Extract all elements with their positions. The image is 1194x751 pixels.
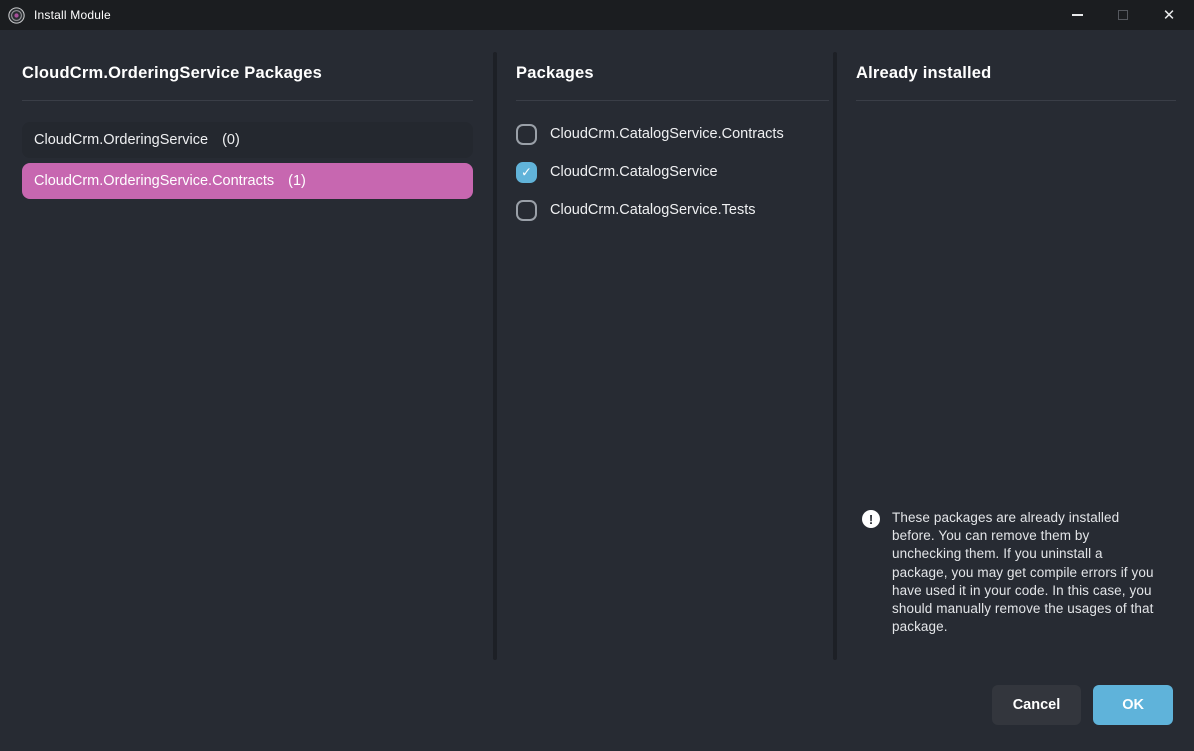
modules-column-header: CloudCrm.OrderingService Packages: [22, 64, 473, 90]
package-row-catalogservice-tests[interactable]: ✓ CloudCrm.CatalogService.Tests: [516, 198, 829, 222]
exclamation-icon: !: [862, 510, 880, 528]
package-row-catalogservice[interactable]: ✓ CloudCrm.CatalogService: [516, 160, 829, 184]
app-logo-icon: [8, 7, 25, 24]
checkbox-icon[interactable]: ✓: [516, 162, 537, 183]
header-divider: [516, 100, 829, 101]
titlebar: Install Module ✕: [0, 0, 1194, 30]
minimize-icon[interactable]: [1054, 0, 1100, 30]
module-item-count: (0): [222, 132, 240, 148]
already-installed-header: Already installed: [856, 64, 1176, 90]
header-divider: [856, 100, 1176, 101]
column-divider: [833, 52, 837, 660]
footer-actions: Cancel OK: [992, 685, 1173, 725]
packages-column-header: Packages: [516, 64, 829, 90]
window-title: Install Module: [34, 8, 111, 22]
module-item-orderingservice-contracts[interactable]: CloudCrm.OrderingService.Contracts (1): [22, 163, 473, 199]
module-item-orderingservice[interactable]: CloudCrm.OrderingService (0): [22, 122, 473, 158]
package-row-catalogservice-contracts[interactable]: ✓ CloudCrm.CatalogService.Contracts: [516, 122, 829, 146]
install-module-window: { "window": { "title": "Install Module",…: [0, 0, 1194, 751]
close-icon[interactable]: ✕: [1146, 0, 1192, 30]
installed-note: ! These packages are already installed b…: [856, 509, 1161, 636]
module-item-count: (1): [288, 173, 306, 189]
cancel-button[interactable]: Cancel: [992, 685, 1082, 725]
packages-column: Packages ✓ CloudCrm.CatalogService.Contr…: [516, 30, 829, 751]
column-divider: [493, 52, 497, 660]
checkbox-icon[interactable]: ✓: [516, 200, 537, 221]
installed-note-text: These packages are already installed bef…: [892, 509, 1160, 636]
ok-button[interactable]: OK: [1093, 685, 1173, 725]
header-divider: [22, 100, 473, 101]
maximize-icon[interactable]: [1100, 0, 1146, 30]
module-list: CloudCrm.OrderingService (0) CloudCrm.Or…: [22, 122, 473, 199]
modules-column: CloudCrm.OrderingService Packages CloudC…: [22, 30, 473, 751]
checkbox-icon[interactable]: ✓: [516, 124, 537, 145]
module-item-label: CloudCrm.OrderingService: [34, 132, 208, 148]
already-installed-column: Already installed ! These packages are a…: [856, 30, 1176, 751]
module-item-label: CloudCrm.OrderingService.Contracts: [34, 173, 274, 189]
package-list: ✓ CloudCrm.CatalogService.Contracts ✓ Cl…: [516, 122, 829, 222]
package-label: CloudCrm.CatalogService.Tests: [550, 202, 756, 218]
package-label: CloudCrm.CatalogService: [550, 164, 718, 180]
package-label: CloudCrm.CatalogService.Contracts: [550, 126, 784, 142]
